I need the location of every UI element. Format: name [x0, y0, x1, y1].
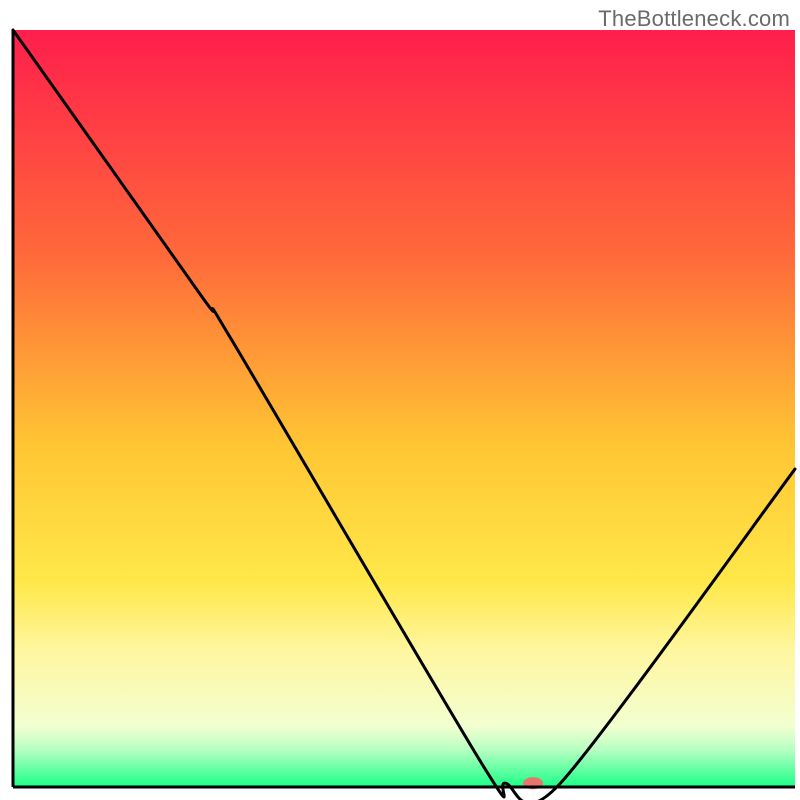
- gradient-background: [13, 30, 795, 787]
- bottleneck-chart: [0, 0, 800, 800]
- plot-area: [13, 30, 795, 800]
- chart-stage: TheBottleneck.com: [0, 0, 800, 800]
- watermark-label: TheBottleneck.com: [598, 6, 790, 32]
